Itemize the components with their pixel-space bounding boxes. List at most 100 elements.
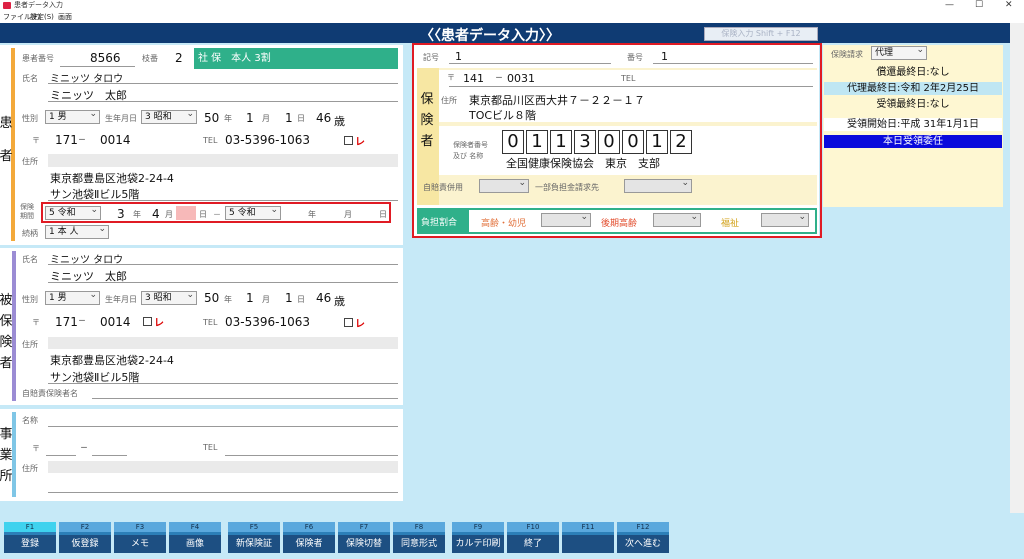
check-mark: レ bbox=[355, 137, 365, 148]
insured-postal-code-1[interactable]: 171 bbox=[55, 315, 78, 329]
insured-postal-mark: 〒 bbox=[32, 318, 40, 327]
insured-birth-day[interactable]: 1 bbox=[285, 291, 293, 305]
branch-number[interactable]: 2 bbox=[175, 51, 183, 65]
insured-birth-label: 生年月日 bbox=[105, 295, 137, 304]
insured-address-line-1[interactable]: 東京都豊島区池袋2-24-4 bbox=[50, 352, 174, 368]
office-postal-mark: 〒 bbox=[32, 444, 40, 453]
period-label-2: 期間 bbox=[20, 212, 34, 220]
f1-register-button[interactable]: F1 登録 bbox=[4, 522, 56, 553]
f8-key-label: F8 bbox=[393, 522, 445, 532]
f10-key-label: F10 bbox=[507, 522, 559, 532]
f9-chart-print-button[interactable]: F9 カルテ印刷 bbox=[452, 522, 504, 553]
close-icon[interactable]: ✕ bbox=[1005, 0, 1013, 10]
birth-day[interactable]: 1 bbox=[285, 111, 293, 125]
postal-code-1[interactable]: 171 bbox=[55, 133, 78, 147]
address-top-field[interactable] bbox=[48, 154, 398, 167]
office-side-label-2: 業 bbox=[0, 448, 13, 463]
insured-year-unit: 年 bbox=[224, 295, 232, 304]
insured-check-mark: レ bbox=[355, 319, 365, 330]
insured-birth-month[interactable]: 1 bbox=[246, 291, 254, 305]
office-address-top-field[interactable] bbox=[48, 461, 398, 473]
patient-side-label-1: 患 bbox=[0, 116, 13, 131]
era-select[interactable]: 3 昭和 bbox=[141, 108, 197, 124]
insured-sex-select[interactable]: 1 男 bbox=[45, 289, 100, 305]
menu-settings[interactable]: 設定(S) bbox=[30, 12, 54, 22]
f12-key-label: F12 bbox=[617, 522, 669, 532]
patient-number-label: 患者番号 bbox=[22, 54, 54, 63]
postal-dash: － bbox=[78, 135, 86, 144]
address-label: 住所 bbox=[22, 157, 38, 166]
f2-key-label: F2 bbox=[59, 522, 111, 532]
day-unit: 日 bbox=[297, 114, 305, 123]
relation-label: 続柄 bbox=[22, 229, 38, 238]
insured-age: 46 bbox=[316, 291, 332, 305]
f4-image-button[interactable]: F4 画像 bbox=[169, 522, 221, 553]
f1-action-label: 登録 bbox=[4, 535, 56, 553]
header-bar: 〈〈患者データ入力〉〉 bbox=[0, 23, 1010, 44]
insurance-input-shortcut-button[interactable]: 保険入力 Shift + F12 bbox=[704, 27, 818, 41]
insured-tel-number[interactable]: 03-5396-1063 bbox=[225, 315, 310, 329]
insurance-badge: 社 保 本人 3割 bbox=[194, 48, 398, 69]
minimize-icon[interactable]: — bbox=[945, 0, 954, 10]
patient-panel: 患 者 患者番号 8566 枝番 2 社 保 本人 3割 氏名 ミニッツ タロウ… bbox=[0, 45, 403, 245]
insured-address-top-field[interactable] bbox=[48, 337, 398, 349]
year-unit: 年 bbox=[224, 114, 232, 123]
f11-button[interactable]: F11 bbox=[562, 522, 614, 553]
patient-accent-bar bbox=[11, 48, 15, 241]
f5-key-label: F5 bbox=[228, 522, 280, 532]
insured-era-select[interactable]: 3 昭和 bbox=[141, 289, 197, 305]
f9-key-label: F9 bbox=[452, 522, 504, 532]
insurer-highlight bbox=[412, 43, 822, 238]
f10-exit-button[interactable]: F10 終了 bbox=[507, 522, 559, 553]
auto-insurer-label: 自賠責保険者名 bbox=[22, 389, 78, 398]
insured-day-unit: 日 bbox=[297, 295, 305, 304]
agent-last-date: 代理最終日:令和 2年2月25日 bbox=[824, 82, 1002, 95]
f3-key-label: F3 bbox=[114, 522, 166, 532]
insured-month-unit: 月 bbox=[262, 295, 270, 304]
office-panel: 事 業 所 名称 〒 － TEL 住所 bbox=[0, 409, 403, 501]
postal-code-2[interactable]: 0014 bbox=[100, 133, 131, 147]
menu-bar: ファイル(F) 設定(S) 画面 bbox=[0, 11, 1024, 23]
app-icon bbox=[3, 2, 11, 9]
insured-tel-checkbox[interactable] bbox=[344, 318, 353, 327]
insured-postal-checkbox[interactable] bbox=[143, 317, 152, 326]
f9-action-label: カルテ印刷 bbox=[452, 535, 504, 553]
menu-screen[interactable]: 画面 bbox=[58, 12, 72, 22]
patient-number[interactable]: 8566 bbox=[90, 51, 121, 65]
repay-last-date: 償還最終日:なし bbox=[824, 66, 1002, 79]
f2-temp-register-button[interactable]: F2 仮登録 bbox=[59, 522, 111, 553]
f7-switch-insurance-button[interactable]: F7 保険切替 bbox=[338, 522, 390, 553]
name-label: 氏名 bbox=[22, 74, 38, 83]
insured-name-label: 氏名 bbox=[22, 255, 38, 264]
maximize-icon[interactable]: ☐ bbox=[975, 0, 983, 10]
f7-action-label: 保険切替 bbox=[338, 535, 390, 553]
insured-side-label-2: 保 bbox=[0, 314, 13, 329]
insured-birth-year[interactable]: 50 bbox=[204, 291, 219, 305]
f3-memo-button[interactable]: F3 メモ bbox=[114, 522, 166, 553]
tel-number[interactable]: 03-5396-1063 bbox=[225, 133, 310, 147]
claim-select[interactable]: 代理 bbox=[871, 44, 927, 60]
address-line-1[interactable]: 東京都豊島区池袋2-24-4 bbox=[50, 170, 174, 186]
f4-action-label: 画像 bbox=[169, 535, 221, 553]
f10-action-label: 終了 bbox=[507, 535, 559, 553]
office-address-label: 住所 bbox=[22, 464, 38, 473]
f2-action-label: 仮登録 bbox=[59, 535, 111, 553]
tel-label: TEL bbox=[203, 136, 218, 145]
f8-consent-format-button[interactable]: F8 同意形式 bbox=[393, 522, 445, 553]
f5-new-card-button[interactable]: F5 新保険証 bbox=[228, 522, 280, 553]
tel-checkbox[interactable] bbox=[344, 136, 353, 145]
f3-action-label: メモ bbox=[114, 535, 166, 553]
f12-next-button[interactable]: F12 次へ進む bbox=[617, 522, 669, 553]
birth-month[interactable]: 1 bbox=[246, 111, 254, 125]
office-side-label-3: 所 bbox=[0, 469, 13, 484]
scrollbar[interactable] bbox=[1010, 23, 1024, 513]
sex-select[interactable]: 1 男 bbox=[45, 108, 100, 124]
insured-panel: 被 保 険 者 氏名 ミニッツ タロウ ミニッツ 太郎 性別 1 男 生年月日 … bbox=[0, 248, 403, 405]
insured-postal-dash: － bbox=[78, 316, 86, 325]
relation-select[interactable]: 1 本 人 bbox=[45, 223, 109, 239]
insured-sex-label: 性別 bbox=[22, 295, 38, 304]
f6-insurer-button[interactable]: F6 保険者 bbox=[283, 522, 335, 553]
insured-postal-code-2[interactable]: 0014 bbox=[100, 315, 131, 329]
birth-year[interactable]: 50 bbox=[204, 111, 219, 125]
f5-action-label: 新保険証 bbox=[228, 535, 280, 553]
